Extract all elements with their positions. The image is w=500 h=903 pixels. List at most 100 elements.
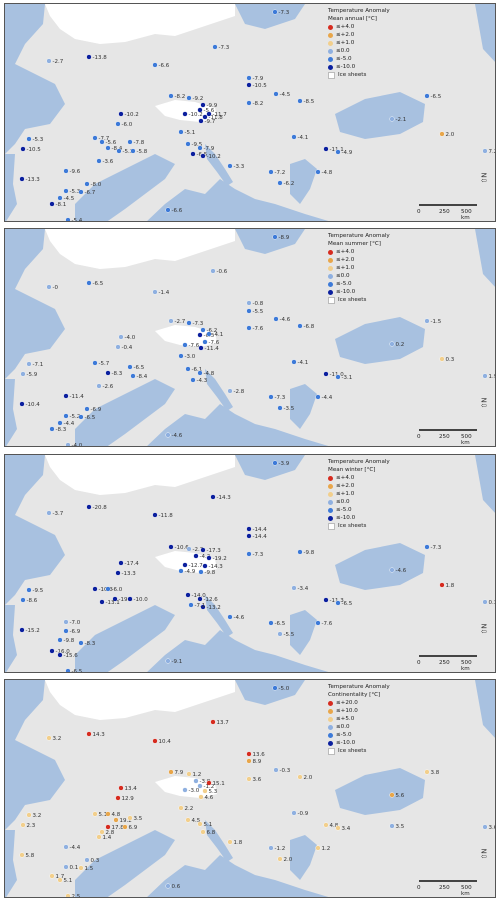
site-value-label: -13.2 (207, 605, 221, 611)
legend-label: ≤0.0 (336, 499, 350, 505)
scale-bar: 0 250 500 km (417, 203, 479, 221)
north-arrow-icon: ⇧N (480, 848, 489, 860)
site-value-label: 7.9 (175, 770, 184, 776)
site-value-label: -9.8 (205, 570, 216, 576)
site-value-label: -0 (53, 285, 59, 291)
site-value-label: -6.5 (275, 621, 286, 627)
scale-label-250: 250 (439, 209, 450, 215)
site-dot (168, 93, 174, 99)
site-dot (115, 344, 121, 350)
site-dot (197, 821, 203, 827)
site-value-label: -12.6 (204, 597, 219, 603)
site-dot (84, 857, 90, 863)
site-dot (46, 284, 52, 290)
legend-item: ≤0.0 (328, 272, 428, 280)
site-dot (99, 599, 105, 605)
site-dot (165, 432, 171, 438)
legend-item: ≤+2.0 (328, 482, 428, 490)
legend-swatch (328, 257, 333, 263)
site-dot (168, 769, 174, 775)
site-value-label: -4.6 (234, 615, 245, 621)
site-dot (185, 366, 191, 372)
site-value-label: -3.0 (185, 354, 196, 360)
site-dot (63, 844, 69, 850)
legend: Temperature Anomaly Mean annual [°C] ≤+4… (328, 7, 428, 79)
site-dot (424, 318, 430, 324)
site-value-label: -4.6 (172, 433, 183, 439)
site-value-label: 13.6 (253, 752, 266, 758)
scale-label-500: 500 km (461, 434, 472, 446)
site-value-label: -4.6 (396, 568, 407, 574)
site-value-label: -4.0 (72, 443, 83, 447)
site-value-label: -6.9 (70, 629, 81, 635)
map-panel-mean-winter: -3.9 -14.3 -20.8 -3.7 -11.8 -14.4 -14.4 -9.8 -7.… (4, 454, 496, 673)
site-value-label: -8.4 (137, 374, 148, 380)
site-value-label: -10.2 (207, 154, 221, 160)
site-value-label: -1.2 (275, 846, 286, 852)
legend-item: ≤+20.0 (328, 699, 428, 707)
legend-item: ≤+1.0 (328, 39, 428, 47)
site-dot (272, 460, 278, 466)
site-dot (297, 549, 303, 555)
legend-item: Ice sheets (328, 71, 428, 79)
site-dot (268, 620, 274, 626)
site-dot (206, 331, 212, 337)
site-dot (424, 544, 430, 550)
legend-swatch (328, 475, 333, 481)
site-value-label: -7.3 (253, 552, 264, 558)
site-dot (182, 787, 188, 793)
legend-swatch (328, 708, 333, 714)
site-dot (197, 370, 203, 376)
site-value-label: -7.3 (275, 395, 286, 401)
legend-label: ≤+4.0 (336, 475, 355, 481)
site-dot (335, 825, 341, 831)
legend-swatch (328, 24, 333, 30)
legend-swatch (328, 747, 335, 755)
site-value-label: 0.3 (91, 858, 100, 864)
site-value-label: 3.6 (253, 777, 262, 783)
site-dot (297, 323, 303, 329)
site-dot (63, 864, 69, 870)
site-dot (315, 845, 321, 851)
legend-swatch (328, 265, 333, 271)
scale-bar: 0 250 500 km (417, 879, 479, 897)
site-dot (63, 413, 69, 419)
site-dot (92, 135, 98, 141)
legend-swatch (328, 499, 333, 505)
site-dot (210, 719, 216, 725)
site-value-label: -8.2 (253, 101, 264, 107)
legend-title: Temperature Anomaly (328, 8, 390, 14)
site-dot (185, 141, 191, 147)
scale-label-250: 250 (439, 434, 450, 440)
site-dot (65, 668, 71, 672)
site-dot (246, 533, 252, 539)
site-dot (26, 812, 32, 818)
site-dot (193, 778, 199, 784)
site-dot (63, 628, 69, 634)
site-dot (49, 648, 55, 654)
site-value-label: -10.0 (134, 597, 149, 603)
legend-label: Ice sheets (338, 72, 367, 78)
site-value-label: -0.6 (217, 269, 228, 275)
site-dot (272, 685, 278, 691)
site-dot (200, 547, 206, 553)
site-value-label: 0.2 (396, 342, 405, 348)
site-value-label: 3.5 (134, 816, 143, 822)
scale-label-250: 250 (439, 885, 450, 891)
site-value-label: -4.4 (70, 845, 81, 851)
scale-label-500: 500 km (461, 209, 472, 221)
site-dot (19, 627, 25, 633)
site-value-label: -4.8 (322, 170, 333, 176)
legend-item: ≤-5.0 (328, 280, 428, 288)
site-dot (197, 596, 203, 602)
legend-swatch (328, 740, 333, 746)
site-dot (246, 300, 252, 306)
site-value-label: 1.8 (446, 583, 455, 589)
site-dot (424, 93, 430, 99)
site-value-label: 5.1 (64, 878, 73, 884)
site-value-label: 3.8 (431, 770, 440, 776)
site-value-label: -6.0 (112, 587, 123, 593)
site-value-label: -15.2 (26, 628, 40, 634)
north-arrow-icon: ⇧N (480, 172, 489, 184)
site-dot (86, 54, 92, 60)
